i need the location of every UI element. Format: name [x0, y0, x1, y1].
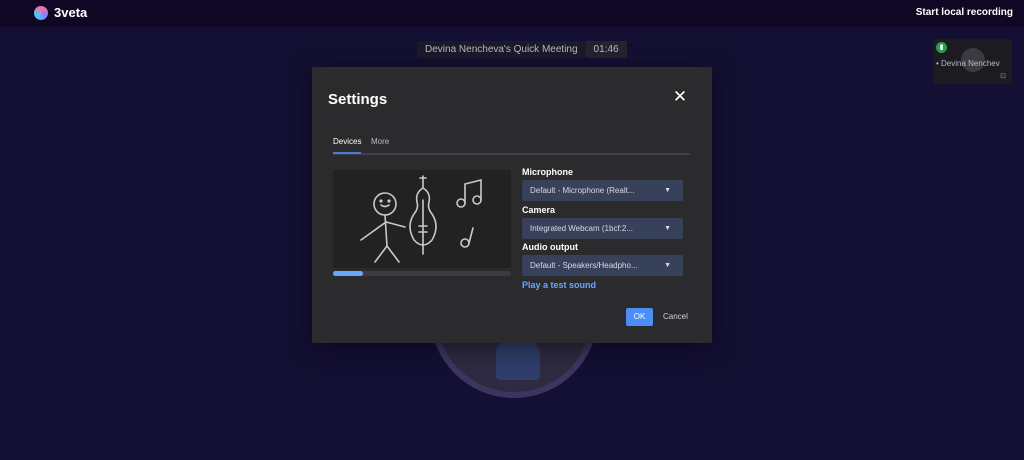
close-icon[interactable]: ✕ — [672, 88, 688, 105]
settings-tabs: Devices More — [333, 137, 690, 155]
meeting-title: Devina Nencheva's Quick Meeting — [425, 44, 578, 55]
app-name: 3veta — [54, 5, 88, 20]
microphone-value: Default - Microphone (Realt... — [530, 186, 635, 195]
camera-preview — [333, 170, 511, 268]
chevron-down-icon: ▼ — [664, 187, 671, 194]
camera-icon: ⊡ — [1000, 73, 1006, 80]
camera-value: Integrated Webcam (1bcf:2... — [530, 224, 634, 233]
mic-level-fill — [333, 271, 364, 276]
logo-icon — [34, 5, 48, 20]
microphone-select[interactable]: Default - Microphone (Realt... ▼ — [522, 180, 683, 201]
tab-more[interactable]: More — [371, 137, 389, 152]
settings-dialog: Settings ✕ Devices More Microphone Defau… — [312, 67, 712, 343]
participant-thumbnail[interactable]: ▮ • Devina Nenchev ⊡ — [933, 39, 1012, 84]
start-recording-button[interactable]: Start local recording — [916, 7, 1013, 18]
audio-output-select[interactable]: Default - Speakers/Headpho... ▼ — [522, 255, 683, 276]
participant-name: • Devina Nenchev — [936, 59, 1000, 68]
chevron-down-icon: ▼ — [664, 225, 671, 232]
app-logo[interactable]: 3veta — [34, 5, 87, 20]
cancel-button[interactable]: Cancel — [663, 308, 688, 326]
camera-preview-image — [333, 170, 511, 268]
chevron-down-icon: ▼ — [664, 262, 671, 269]
meeting-timer: 01:46 — [585, 41, 627, 58]
camera-select[interactable]: Integrated Webcam (1bcf:2... ▼ — [522, 218, 683, 239]
play-test-sound-link[interactable]: Play a test sound — [522, 280, 596, 290]
ok-button[interactable]: OK — [626, 308, 653, 326]
camera-label: Camera — [522, 205, 556, 215]
audio-output-value: Default - Speakers/Headpho... — [530, 261, 638, 270]
top-bar: 3veta Start local recording — [0, 0, 1024, 27]
dialog-title: Settings — [328, 91, 388, 108]
tab-devices[interactable]: Devices — [333, 137, 362, 154]
signal-icon: ▮ — [936, 42, 947, 53]
meeting-info: Devina Nencheva's Quick Meeting 01:46 — [417, 41, 627, 58]
audio-output-label: Audio output — [522, 242, 578, 252]
microphone-label: Microphone — [522, 167, 573, 177]
mic-level-meter — [333, 271, 511, 276]
